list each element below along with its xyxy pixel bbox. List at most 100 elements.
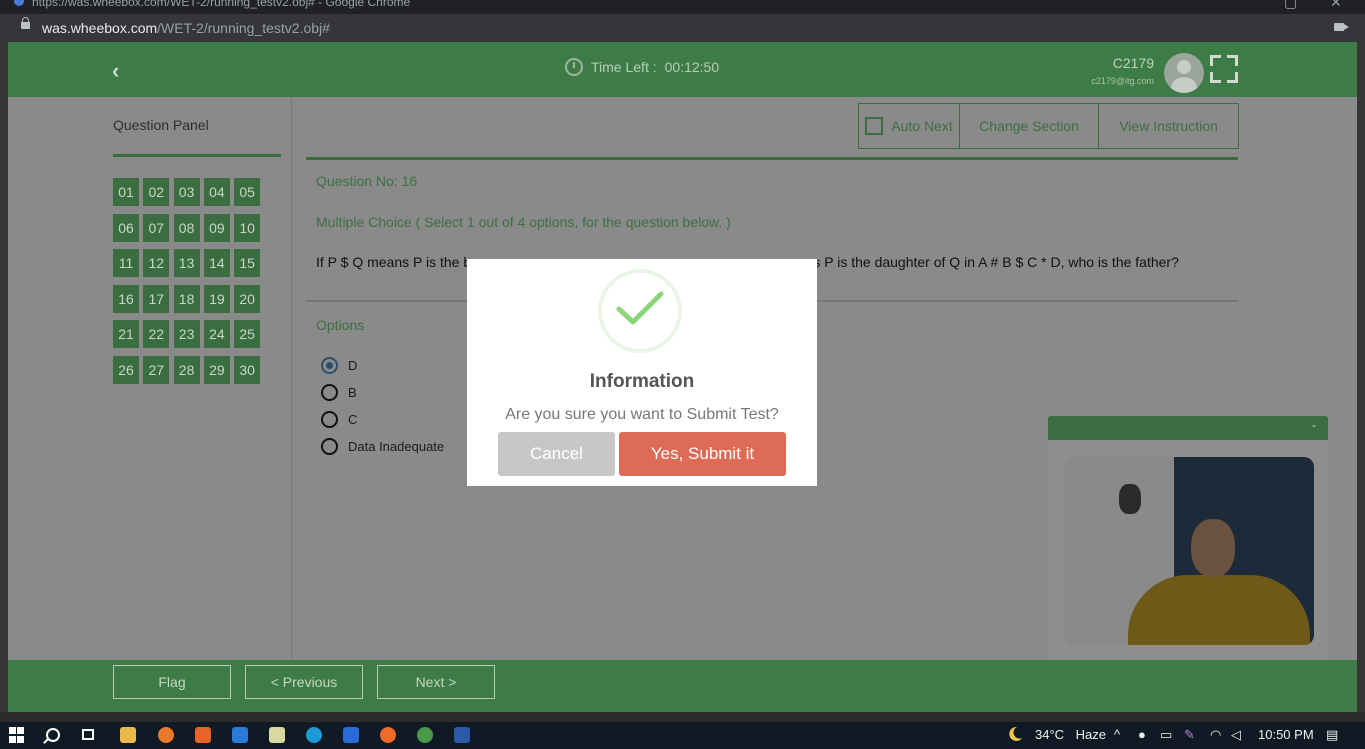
question-number-button[interactable]: 21 [113, 320, 139, 349]
chevron-up-icon[interactable]: ^ [1114, 727, 1120, 742]
auto-next-checkbox[interactable] [865, 117, 884, 135]
camera-in-use-icon[interactable] [1334, 23, 1349, 31]
volume-icon[interactable]: ◁ [1231, 727, 1241, 743]
back-chevron-icon[interactable]: ‹ [112, 58, 119, 84]
next-button[interactable]: Next > [377, 665, 495, 699]
question-number-button[interactable]: 03 [173, 178, 200, 206]
exam-header: ‹ Time Left : 00:12:50 C2179 c2179@itg.c… [8, 42, 1357, 97]
question-number-grid: 01 02 03 04 05 06 07 08 09 10 11 12 13 14 15 16 17 18 19 20… [113, 178, 261, 384]
question-number-button[interactable]: 10 [234, 213, 261, 242]
confirm-submit-button[interactable]: Yes, Submit it [619, 432, 786, 476]
auto-next-label: Auto Next [891, 118, 953, 134]
radio[interactable] [321, 438, 338, 455]
postman-icon[interactable] [380, 727, 396, 743]
question-number-button[interactable]: 29 [203, 355, 230, 384]
search-icon[interactable] [46, 728, 60, 742]
dialog-title: Information [589, 371, 695, 392]
question-number-button[interactable]: 19 [203, 284, 230, 313]
question-number-button[interactable]: 09 [203, 213, 230, 242]
option-d[interactable]: D [321, 357, 357, 374]
option-data-inadequate[interactable]: Data Inadequate [321, 438, 444, 455]
notepad-icon[interactable] [269, 727, 285, 743]
question-number-button[interactable]: 20 [234, 284, 261, 313]
notification-icon[interactable]: ▤ [1326, 727, 1338, 743]
submit-confirm-dialog: Information Are you sure you want to Sub… [467, 259, 817, 486]
question-number-button[interactable]: 01 [113, 178, 139, 206]
question-number-button[interactable]: 11 [113, 249, 139, 278]
cancel-button[interactable]: Cancel [498, 432, 615, 476]
question-number-button[interactable]: 25 [234, 320, 261, 349]
options-label: Options [316, 317, 365, 333]
timer-value: 00:12:50 [664, 59, 720, 75]
browser-title-bar: https://was.wheebox.com/WET-2/running_te… [0, 0, 1365, 14]
previous-button[interactable]: < Previous [245, 665, 363, 699]
question-number-button[interactable]: 04 [203, 178, 230, 206]
question-panel-title: Question Panel [113, 117, 209, 133]
question-number-button[interactable]: 15 [234, 249, 261, 278]
question-number-button[interactable]: 02 [143, 178, 170, 206]
wifi-icon[interactable]: ◠ [1210, 727, 1221, 743]
question-number-button[interactable]: 16 [113, 284, 139, 313]
word-icon[interactable] [454, 727, 470, 743]
flag-button[interactable]: Flag [113, 665, 231, 699]
fullscreen-icon[interactable] [1210, 55, 1238, 83]
question-number-button[interactable]: 06 [113, 213, 139, 242]
change-section-button[interactable]: Change Section [960, 104, 1099, 148]
radio-selected[interactable] [321, 357, 338, 374]
radio[interactable] [321, 411, 338, 428]
question-number-button[interactable]: 27 [143, 355, 170, 384]
microphone-icon[interactable]: ● [1138, 727, 1146, 742]
question-number-button[interactable]: 22 [143, 320, 170, 349]
dialog-message: Are you sure you want to Submit Test? [505, 406, 779, 423]
question-number-button[interactable]: 23 [173, 320, 200, 349]
windows-start-icon[interactable] [9, 727, 25, 743]
firefox-icon[interactable] [158, 727, 174, 743]
skype-icon[interactable] [306, 727, 322, 743]
option-c[interactable]: C [321, 411, 357, 428]
xampp-icon[interactable] [195, 727, 211, 743]
file-explorer-icon[interactable] [120, 727, 136, 743]
close-icon[interactable]: ✕ [1330, 0, 1342, 11]
question-number-button[interactable]: 12 [143, 249, 170, 278]
webcam-header[interactable]: - [1048, 416, 1328, 440]
lock-icon[interactable] [21, 17, 30, 29]
option-label: Data Inadequate [348, 439, 445, 454]
task-view-icon[interactable] [82, 729, 94, 740]
vscode-icon[interactable] [232, 727, 248, 743]
chrome-icon[interactable] [417, 727, 433, 743]
option-label: C [348, 412, 358, 427]
auto-next-toggle[interactable]: Auto Next [859, 104, 960, 148]
question-number-button[interactable]: 30 [234, 355, 261, 384]
view-instruction-button[interactable]: View Instruction [1099, 104, 1238, 148]
success-check-icon [598, 269, 682, 353]
option-b[interactable]: B [321, 384, 357, 401]
question-number-button[interactable]: 13 [173, 249, 200, 278]
pen-icon[interactable]: ✎ [1184, 727, 1195, 743]
question-number-button[interactable]: 26 [113, 355, 139, 384]
radio[interactable] [321, 384, 338, 401]
question-number-button[interactable]: 17 [143, 284, 170, 313]
chrome-icon [14, 0, 24, 6]
question-number-button[interactable]: 24 [203, 320, 230, 349]
url-text[interactable]: was.wheebox.com/WET-2/running_testv2.obj… [42, 20, 330, 36]
question-number-button[interactable]: 18 [173, 284, 200, 313]
minimize-webcam-button[interactable]: - [1312, 418, 1316, 432]
weather-widget[interactable]: 34°C Haze [1035, 727, 1106, 742]
question-number-button[interactable]: 08 [173, 213, 200, 242]
weather-moon-icon [1005, 726, 1023, 742]
battery-icon[interactable]: ▭ [1160, 727, 1172, 743]
question-type: Multiple Choice ( Select 1 out of 4 opti… [316, 214, 731, 230]
question-number-button[interactable]: 05 [234, 178, 261, 206]
question-number-button[interactable]: 07 [143, 213, 170, 242]
temperature: 34°C [1035, 727, 1065, 742]
weather-label: Haze [1075, 727, 1107, 742]
restore-icon[interactable]: ▢ [1284, 0, 1297, 11]
question-number-button[interactable]: 28 [173, 355, 200, 384]
address-bar[interactable]: was.wheebox.com/WET-2/running_testv2.obj… [0, 14, 1365, 42]
app-icon[interactable] [343, 727, 359, 743]
avatar [1164, 53, 1204, 93]
question-number-button[interactable]: 14 [203, 249, 230, 278]
clock-time[interactable]: 10:50 PM [1258, 727, 1314, 742]
candidate-id: C2179 [1112, 55, 1154, 71]
question-panel: Question Panel 01 02 03 04 05 06 07 08 09 10 11 12 1… [8, 97, 292, 660]
